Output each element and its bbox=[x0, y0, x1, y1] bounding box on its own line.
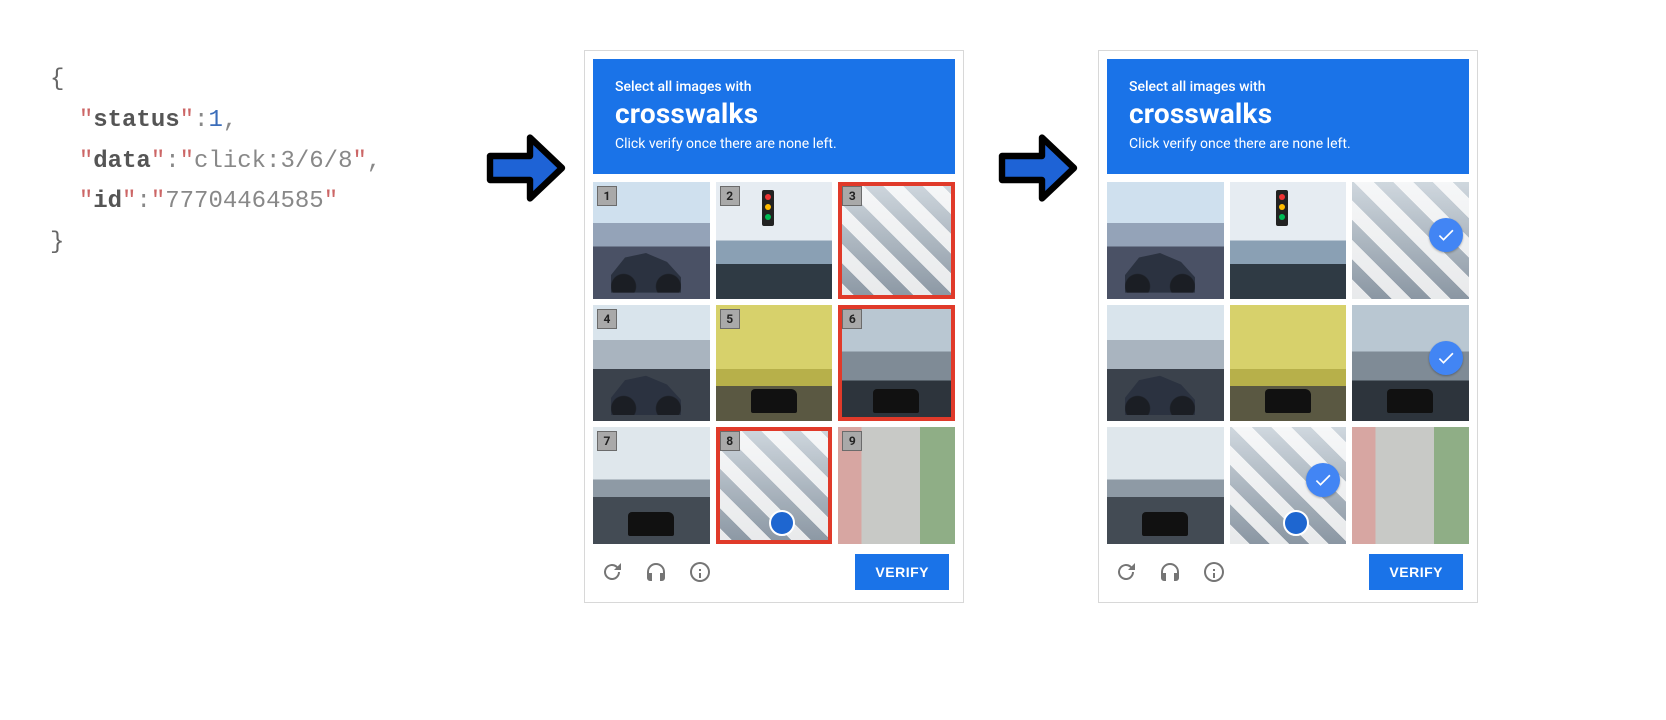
tile-overlay bbox=[762, 190, 774, 226]
captcha-instruction: Click verify once there are none left. bbox=[615, 136, 933, 152]
tile-number-badge: 9 bbox=[842, 431, 862, 451]
captcha-grid: 1 2 3 4 5 6 7 8 9 bbox=[593, 182, 955, 544]
tile-number-badge: 5 bbox=[720, 309, 740, 329]
tile-overlay bbox=[751, 389, 797, 413]
json-key-1: data bbox=[93, 148, 151, 175]
tile-number-badge: 6 bbox=[842, 309, 862, 329]
tile-overlay bbox=[1265, 389, 1311, 413]
arrow-icon bbox=[486, 128, 566, 208]
checkmark-icon bbox=[1429, 341, 1463, 375]
captcha-tile-3[interactable]: 3 bbox=[838, 182, 955, 299]
tile-number-badge: 1 bbox=[597, 186, 617, 206]
tile-overlay bbox=[1276, 190, 1288, 226]
json-key-0: status bbox=[93, 107, 179, 134]
json-key-2: id bbox=[93, 188, 122, 215]
captcha-tile-6[interactable] bbox=[1352, 305, 1469, 422]
tile-number-badge: 8 bbox=[720, 431, 740, 451]
json-payload-block: { "status":1, "data":"click:3/6/8", "id"… bbox=[50, 60, 381, 264]
tile-number-badge: 2 bbox=[720, 186, 740, 206]
checkmark-icon bbox=[1429, 218, 1463, 252]
tile-overlay bbox=[873, 389, 919, 413]
captcha-tile-5[interactable] bbox=[1230, 305, 1347, 422]
captcha-tile-1[interactable] bbox=[1107, 182, 1224, 299]
json-val-2: 77704464585 bbox=[165, 188, 323, 215]
captcha-header: Select all images with crosswalks Click … bbox=[1107, 59, 1469, 174]
verify-button[interactable]: VERIFY bbox=[1369, 554, 1463, 590]
tile-number-badge: 4 bbox=[597, 309, 617, 329]
reload-icon[interactable] bbox=[1113, 559, 1139, 585]
captcha-tile-9[interactable] bbox=[1352, 427, 1469, 544]
captcha-target: crosswalks bbox=[1129, 97, 1447, 130]
captcha-tile-9[interactable]: 9 bbox=[838, 427, 955, 544]
reload-icon[interactable] bbox=[599, 559, 625, 585]
captcha-target: crosswalks bbox=[615, 97, 933, 130]
captcha-tile-1[interactable]: 1 bbox=[593, 182, 710, 299]
captcha-tile-4[interactable]: 4 bbox=[593, 305, 710, 422]
verify-button[interactable]: VERIFY bbox=[855, 554, 949, 590]
captcha-tile-5[interactable]: 5 bbox=[716, 305, 833, 422]
captcha-prompt-line: Select all images with bbox=[615, 79, 933, 95]
captcha-header: Select all images with crosswalks Click … bbox=[593, 59, 955, 174]
captcha-tile-7[interactable]: 7 bbox=[593, 427, 710, 544]
headphones-icon[interactable] bbox=[643, 559, 669, 585]
info-icon[interactable] bbox=[687, 559, 713, 585]
captcha-tile-3[interactable] bbox=[1352, 182, 1469, 299]
json-close-brace: } bbox=[50, 229, 64, 256]
captcha-tile-8[interactable]: 8 bbox=[716, 427, 833, 544]
diagram-stage: { "status":1, "data":"click:3/6/8", "id"… bbox=[0, 0, 1666, 720]
info-icon[interactable] bbox=[1201, 559, 1227, 585]
captcha-tile-7[interactable] bbox=[1107, 427, 1224, 544]
json-open-brace: { bbox=[50, 66, 64, 93]
captcha-tile-8[interactable] bbox=[1230, 427, 1347, 544]
captcha-footer: VERIFY bbox=[593, 544, 955, 594]
captcha-footer-icons bbox=[1113, 559, 1227, 585]
captcha-panel-after: Select all images with crosswalks Click … bbox=[1098, 50, 1478, 603]
tile-overlay bbox=[1142, 512, 1188, 536]
captcha-tile-4[interactable] bbox=[1107, 305, 1224, 422]
captcha-footer: VERIFY bbox=[1107, 544, 1469, 594]
tile-overlay bbox=[628, 512, 674, 536]
captcha-panel-before: Select all images with crosswalks Click … bbox=[584, 50, 964, 603]
captcha-tile-6[interactable]: 6 bbox=[838, 305, 955, 422]
captcha-tile-2[interactable] bbox=[1230, 182, 1347, 299]
captcha-footer-icons bbox=[599, 559, 713, 585]
tile-number-badge: 7 bbox=[597, 431, 617, 451]
tile-overlay bbox=[1387, 389, 1433, 413]
captcha-tile-2[interactable]: 2 bbox=[716, 182, 833, 299]
tile-number-badge: 3 bbox=[842, 186, 862, 206]
headphones-icon[interactable] bbox=[1157, 559, 1183, 585]
tile-image bbox=[1352, 427, 1469, 544]
captcha-grid bbox=[1107, 182, 1469, 544]
arrow-icon bbox=[998, 128, 1078, 208]
captcha-instruction: Click verify once there are none left. bbox=[1129, 136, 1447, 152]
json-val-1: click:3/6/8 bbox=[194, 148, 352, 175]
json-val-0: 1 bbox=[208, 107, 222, 134]
captcha-prompt-line: Select all images with bbox=[1129, 79, 1447, 95]
